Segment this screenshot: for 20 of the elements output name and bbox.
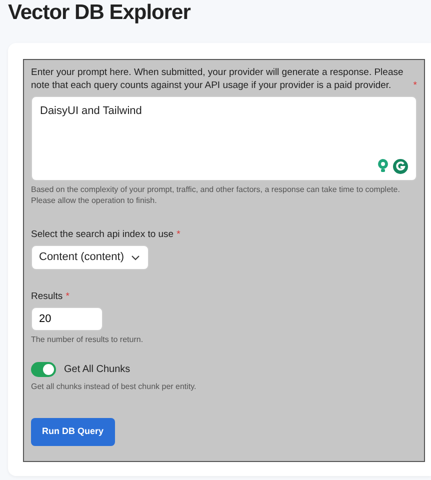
chevron-down-icon bbox=[131, 254, 140, 260]
switch-label: Get All Chunks bbox=[64, 363, 130, 376]
grammar-icon[interactable] bbox=[393, 159, 408, 174]
toggle-switch[interactable] bbox=[31, 362, 56, 377]
lightbulb-icon[interactable] bbox=[377, 159, 389, 173]
results-input[interactable]: 20 bbox=[31, 307, 103, 331]
required-mark: * bbox=[66, 290, 70, 303]
hint-text: The number of results to return. bbox=[31, 334, 144, 345]
index-select[interactable]: Content (content) bbox=[31, 245, 149, 270]
field-label: Enter your prompt here. When submitted, your provider will generate a response. Please note that each query counts against your API usage if your provider is a paid provider. bbox=[31, 66, 404, 92]
hint-text: Based on the complexity of your prompt, traffic, and other factors, a response can take time to complete. Please allow the operation to finish. bbox=[31, 184, 401, 206]
hint-text: Get all chunks instead of best chunk per entity. bbox=[31, 381, 198, 392]
prompt-text: DaisyUI and Tailwind bbox=[40, 104, 143, 119]
required-mark: * bbox=[413, 79, 417, 92]
page-title: Vector DB Explorer bbox=[7, 0, 192, 25]
field-label: Results bbox=[31, 290, 63, 303]
field-label: Select the search api index to use bbox=[31, 228, 174, 241]
required-mark: * bbox=[176, 228, 180, 241]
prompt-textarea[interactable]: DaisyUI and Tailwind bbox=[31, 96, 417, 181]
run-query-button[interactable]: Run DB Query bbox=[31, 418, 115, 446]
